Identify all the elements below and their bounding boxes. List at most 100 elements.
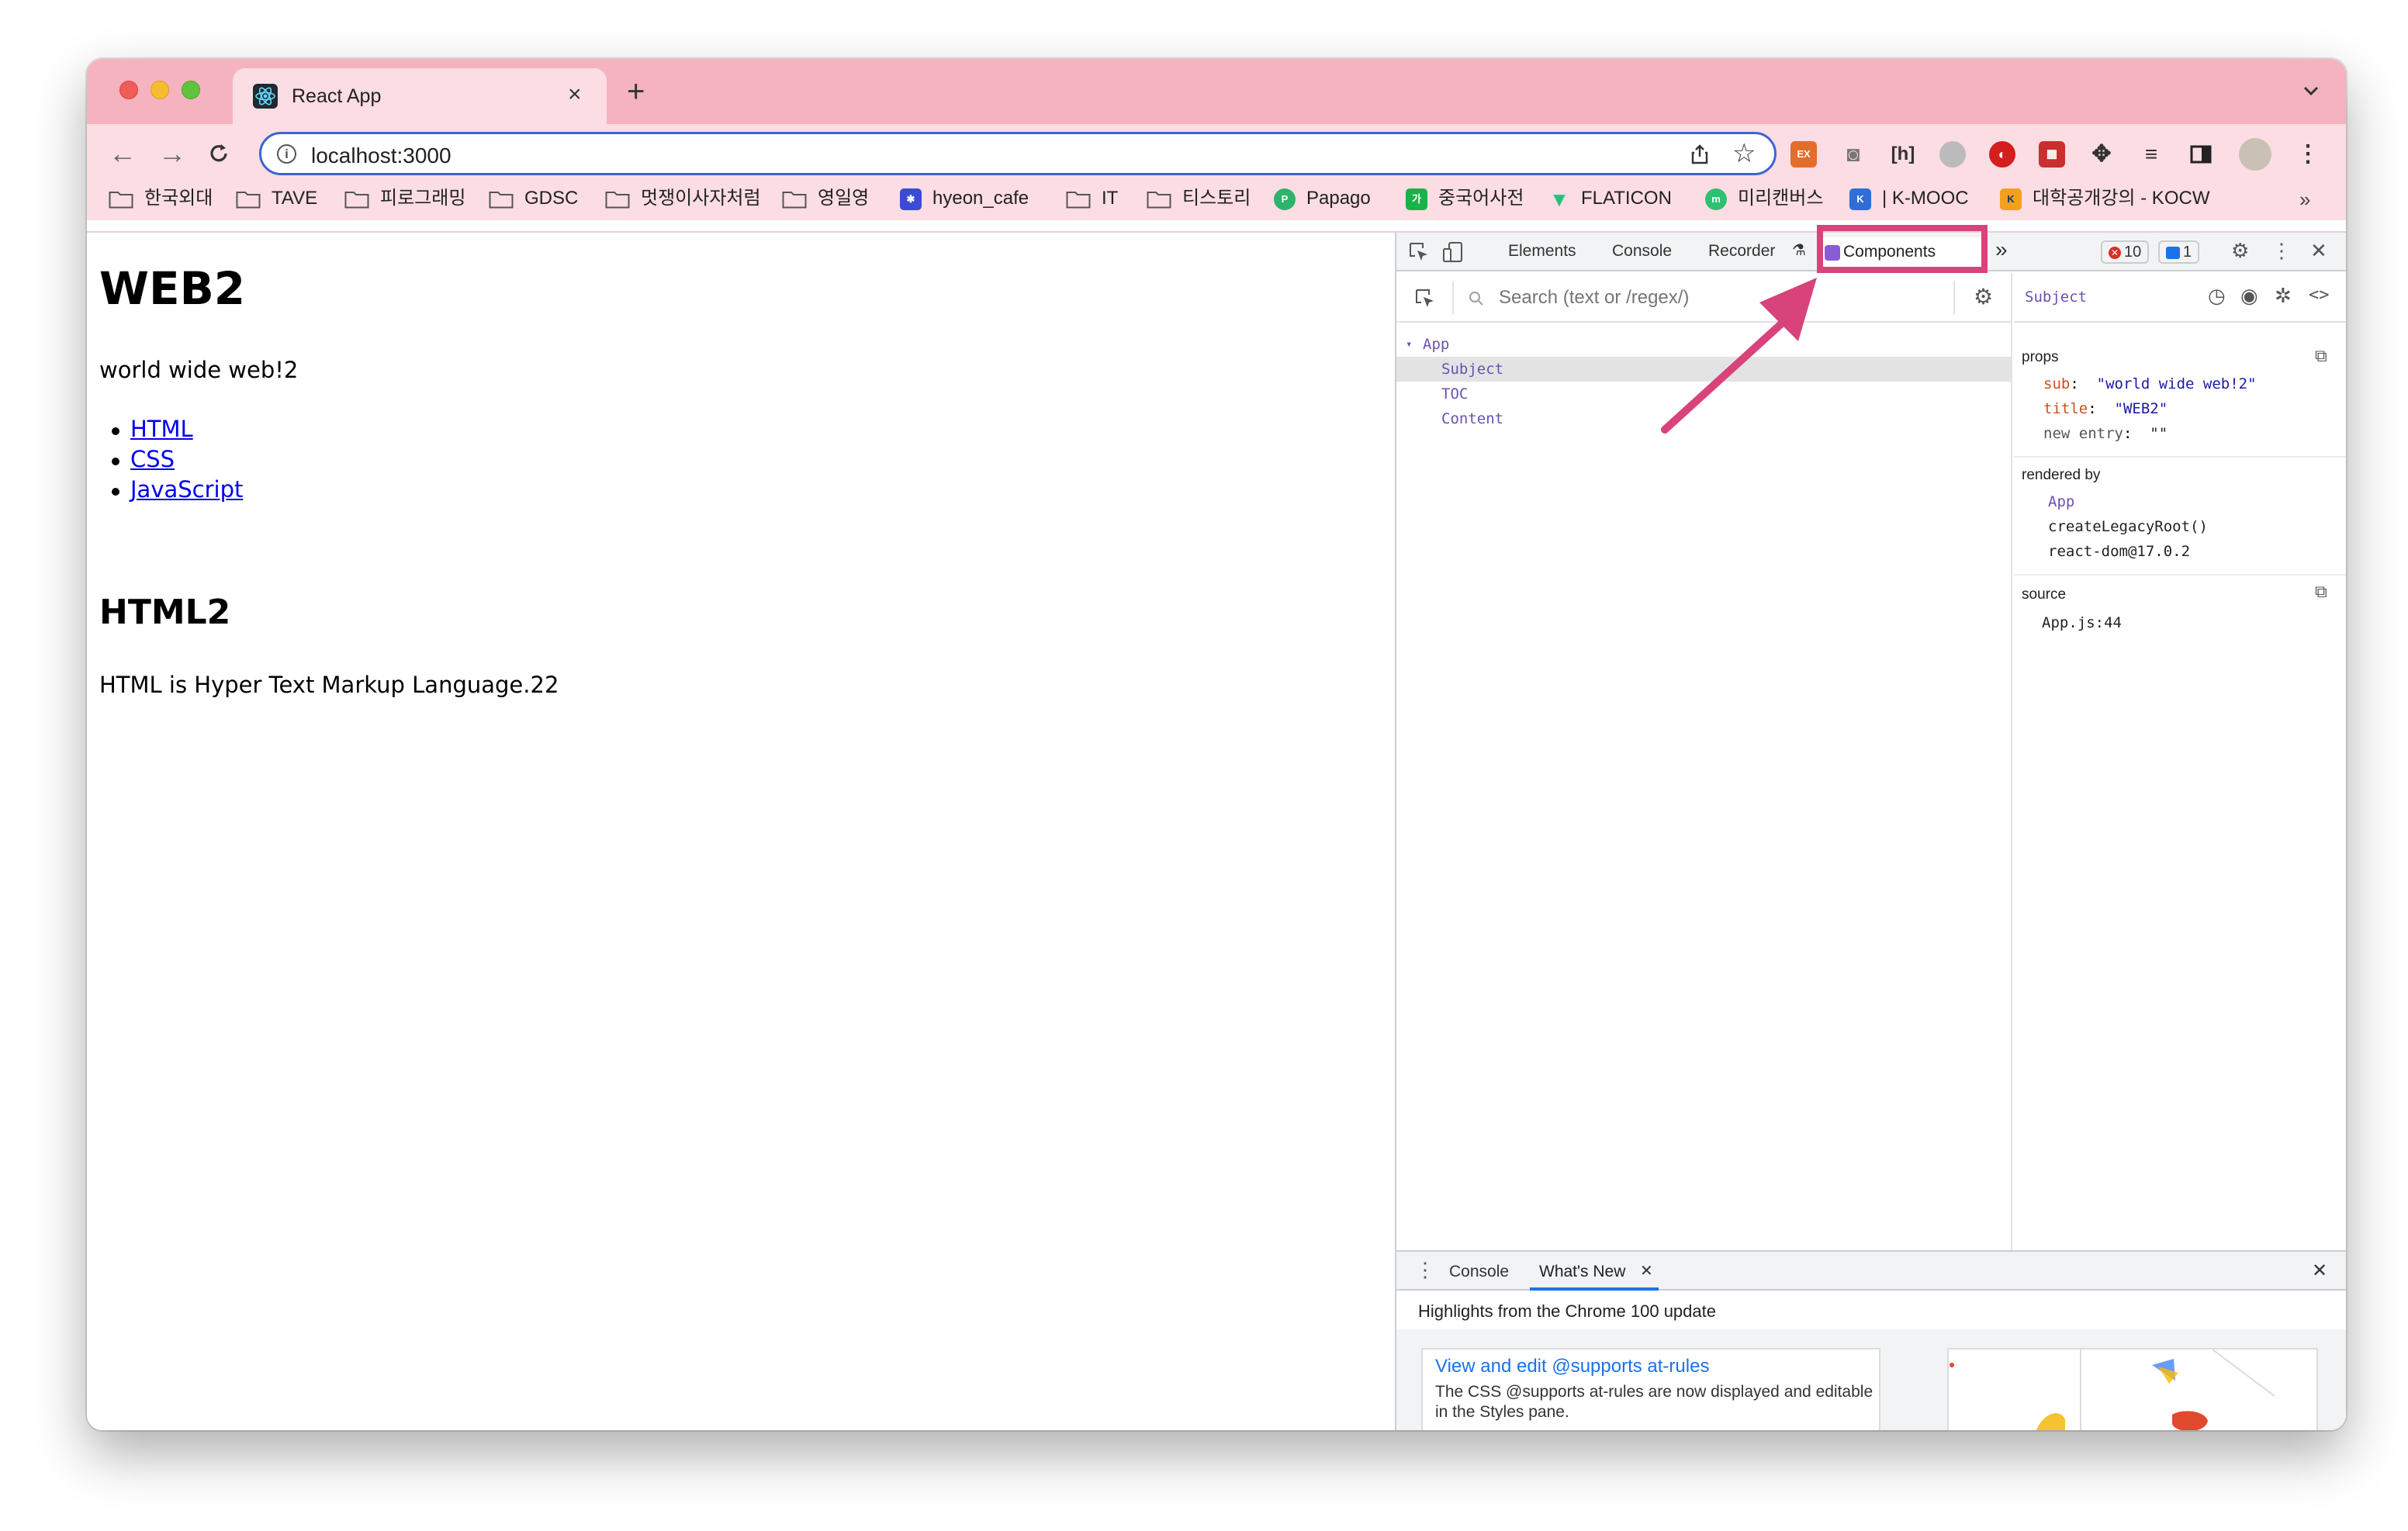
javascript-link[interactable]: JavaScript (130, 476, 243, 503)
prop-row[interactable]: title: "WEB2" (2043, 400, 2168, 417)
papago-icon: P (1274, 188, 1296, 210)
miricanvas-icon: m (1705, 188, 1727, 210)
whats-new-headline: Highlights from the Chrome 100 update (1418, 1301, 1716, 1321)
flaticon-icon: ▼ (1549, 187, 1569, 211)
tab-recorder[interactable]: Recorder (1708, 242, 1775, 261)
feature-card-title[interactable]: View and edit @supports at-rules (1435, 1356, 1709, 1377)
view-source-icon[interactable]: <> (2309, 285, 2330, 305)
red-extension-icon[interactable]: ▦ (2039, 141, 2065, 168)
bookmark-star-icon[interactable]: ☆ (1732, 139, 1756, 168)
bookmark-item[interactable]: GDSC (489, 186, 578, 211)
select-element-icon[interactable] (1413, 287, 1437, 310)
whats-new-content: View and edit @supports at-rules The CSS… (1396, 1329, 2346, 1430)
info-count-badge[interactable]: 1 (2158, 240, 2200, 264)
cafe-icon: ✱ (900, 188, 922, 210)
bookmark-item[interactable]: K 대학공개강의 - KOCW (2000, 186, 2209, 211)
zoom-window-button[interactable] (182, 81, 200, 99)
search-input[interactable] (1499, 287, 1933, 309)
bookmark-item[interactable]: TAVE (236, 186, 317, 211)
bookmark-item[interactable]: 멋쟁이사자처럼 (605, 186, 761, 211)
content-description: HTML is Hyper Text Markup Language.22 (99, 672, 559, 698)
eye-icon[interactable]: ◉ (2240, 284, 2258, 308)
tree-item-toc[interactable]: TOC (1396, 382, 2012, 406)
close-window-button[interactable] (119, 81, 138, 99)
puzzle-icon[interactable]: ✥ (2088, 141, 2115, 168)
feature-card[interactable]: View and edit @supports at-rules The CSS… (1421, 1348, 1880, 1430)
folder-icon (344, 190, 369, 209)
tab-elements[interactable]: Elements (1508, 242, 1576, 261)
page-title: WEB2 (99, 262, 246, 315)
bookmark-item[interactable]: ✱ hyeon_cafe (900, 186, 1029, 211)
browser-toolbar: ← → i localhost:3000 ☆ EX ◙ [h] ◐ ▦ ✥ ≡ … (87, 124, 2346, 220)
back-arrow-icon[interactable]: ← (109, 138, 137, 169)
tree-item-subject[interactable]: Subject (1396, 357, 2012, 382)
new-tab-button[interactable]: + (627, 76, 645, 107)
side-panel-icon[interactable] (2188, 141, 2214, 168)
drawer-tab-console[interactable]: Console (1449, 1263, 1509, 1281)
avatar[interactable] (2239, 138, 2271, 171)
drawer-tab-whats-new[interactable]: What's New (1539, 1263, 1625, 1281)
url-text[interactable]: localhost:3000 (311, 143, 452, 168)
html-link[interactable]: HTML (130, 416, 193, 442)
more-tabs-icon[interactable]: » (1995, 237, 2008, 262)
bookmark-item[interactable]: 티스토리 (1147, 186, 1251, 211)
title-bar: React App × + (87, 59, 2346, 124)
props-section-title: props (2022, 349, 2059, 365)
expand-caret-icon[interactable]: ▾ (1406, 332, 1412, 357)
bookmark-item[interactable]: ▼ FLATICON (1548, 186, 1672, 211)
share-icon[interactable] (1689, 143, 1711, 165)
adblock-icon[interactable]: ◐ (1989, 141, 2015, 168)
source-location[interactable]: App.js:44 (2042, 614, 2122, 631)
extension-ex-icon[interactable]: EX (1790, 141, 1817, 168)
tree-item-content[interactable]: Content (1396, 406, 2012, 431)
rendered-by-app-link[interactable]: App (2048, 493, 2074, 510)
rendered-by-item: createLegacyRoot() (2048, 518, 2208, 535)
close-icon[interactable]: ✕ (2310, 239, 2327, 262)
bookmark-item[interactable]: K | K-MOOC (1849, 186, 1969, 211)
browser-tab[interactable]: React App × (233, 68, 607, 124)
kebab-menu-icon[interactable]: ⋮ (2295, 141, 2321, 168)
bookmark-item[interactable]: P Papago (1274, 186, 1371, 211)
prop-row[interactable]: sub: "world wide web!2" (2043, 375, 2257, 392)
bookmark-item[interactable]: 가 중국어사전 (1406, 186, 1524, 211)
close-icon[interactable]: ✕ (2312, 1260, 2327, 1282)
gear-icon[interactable]: ⚙ (2231, 239, 2249, 262)
gear-icon[interactable]: ⚙ (1974, 284, 1993, 309)
search-icon (1469, 292, 1483, 306)
rendered-by-item: react-dom@17.0.2 (2048, 543, 2191, 560)
tab-console[interactable]: Console (1612, 242, 1672, 261)
hj-extension-icon[interactable]: [h] (1890, 141, 1916, 168)
chevron-down-icon[interactable] (2299, 79, 2323, 102)
stopwatch-icon[interactable]: ◷ (2208, 284, 2226, 308)
bug-icon[interactable]: ✲ (2275, 284, 2292, 308)
kebab-menu-icon[interactable]: ⋮ (1415, 1258, 1435, 1282)
reading-list-icon[interactable]: ≡ (2138, 141, 2164, 168)
bookmark-item[interactable]: 피로그래밍 (344, 186, 465, 211)
tab-components[interactable]: Components (1820, 237, 1981, 268)
reload-icon[interactable] (206, 141, 231, 166)
more-bookmarks-icon[interactable]: » (2299, 188, 2310, 212)
bookmark-item[interactable]: 한국외대 (109, 186, 213, 211)
globe-icon[interactable] (1939, 141, 1966, 168)
copy-icon[interactable]: ⧉ (2315, 582, 2327, 602)
bookmark-item[interactable]: m 미리캔버스 (1705, 186, 1823, 211)
css-link[interactable]: CSS (130, 446, 175, 472)
copy-icon[interactable]: ⧉ (2315, 346, 2327, 366)
dictionary-icon: 가 (1406, 188, 1427, 210)
tab-close-icon[interactable]: × (568, 81, 582, 109)
close-icon[interactable]: ✕ (1640, 1261, 1653, 1280)
kebab-menu-icon[interactable]: ⋮ (2271, 239, 2292, 262)
forward-arrow-icon[interactable]: → (158, 138, 186, 169)
minimize-window-button[interactable] (150, 81, 169, 99)
inspect-element-icon[interactable] (1407, 240, 1431, 264)
tree-item-app[interactable]: ▾ App (1396, 332, 2012, 357)
new-prop-row[interactable]: new entry: "" (2043, 425, 2168, 442)
bookmark-item[interactable]: IT (1066, 186, 1118, 211)
error-count-badge[interactable]: ✕ 10 (2101, 240, 2150, 264)
camera-icon[interactable]: ◙ (1840, 141, 1867, 168)
address-bar[interactable]: i localhost:3000 ☆ (259, 132, 1777, 175)
bookmark-item[interactable]: 영일영 (782, 186, 869, 211)
info-icon[interactable]: i (277, 144, 296, 164)
device-toolbar-icon[interactable] (1441, 240, 1465, 264)
tab-components-label: Components (1843, 243, 1936, 261)
